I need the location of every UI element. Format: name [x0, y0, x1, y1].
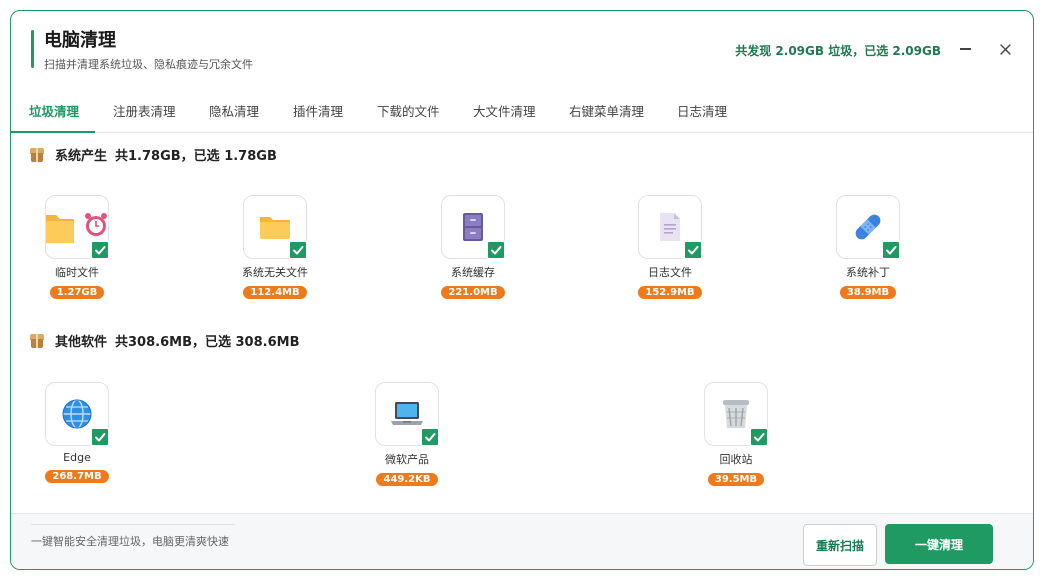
package-icon — [29, 147, 45, 163]
checkmark-icon — [425, 433, 436, 442]
tab-bar: 垃圾清理 注册表清理 隐私清理 插件清理 下载的文件 大文件清理 右键菜单清理 … — [11, 95, 1033, 133]
scan-summary: 共发现 2.09GB 垃圾，已选 2.09GB — [735, 44, 941, 58]
tab-downloaded-files[interactable]: 下载的文件 — [377, 101, 440, 120]
item-label: 系统补丁 — [846, 266, 890, 279]
item-log-files[interactable]: 日志文件 152.9MB — [610, 195, 730, 299]
item-temp-files[interactable]: 临时文件 1.27GB — [17, 195, 137, 299]
item-recycle-bin[interactable]: 回收站 39.5MB — [676, 382, 796, 486]
item-tile[interactable] — [638, 195, 703, 260]
checkmark-icon — [886, 246, 897, 255]
folder-icon — [260, 217, 290, 239]
selected-checkbox[interactable] — [420, 427, 440, 447]
size-badge: 449.2KB — [376, 473, 438, 486]
page-title: 电脑清理 — [44, 30, 116, 51]
selected-checkbox[interactable] — [486, 240, 506, 260]
file-cabinet-icon — [463, 213, 483, 241]
tab-log-clean[interactable]: 日志清理 — [677, 101, 727, 120]
selected-checkbox[interactable] — [749, 427, 769, 447]
package-icon — [29, 333, 45, 349]
size-badge: 112.4MB — [243, 286, 307, 299]
section-total: 共308.6MB，已选 308.6MB — [115, 335, 300, 350]
item-label: 回收站 — [719, 453, 753, 466]
selected-checkbox[interactable] — [90, 427, 110, 447]
checkmark-icon — [754, 433, 765, 442]
item-tile[interactable] — [243, 195, 308, 260]
item-microsoft-products[interactable]: 微软产品 449.2KB — [347, 382, 467, 486]
cleaner-window: 电脑清理 扫描并清理系统垃圾、隐私痕迹与冗余文件 共发现 2.09GB 垃圾，已… — [10, 10, 1034, 570]
item-label: 系统缓存 — [451, 266, 495, 279]
item-system-cache[interactable]: 系统缓存 221.0MB — [413, 195, 533, 299]
checkmark-icon — [293, 246, 304, 255]
minimize-icon — [959, 48, 971, 50]
size-badge: 38.9MB — [839, 286, 897, 299]
item-tile[interactable] — [45, 382, 110, 447]
tab-context-menu-clean[interactable]: 右键菜单清理 — [569, 101, 644, 120]
size-badge: 1.27GB — [49, 286, 105, 299]
item-tile[interactable] — [836, 195, 901, 260]
checkmark-icon — [491, 246, 502, 255]
trash-bin-icon — [723, 400, 749, 428]
size-badge: 39.5MB — [707, 473, 765, 486]
section-header-system: 系统产生 共1.78GB，已选 1.78GB — [29, 145, 277, 164]
scan-results: 系统产生 共1.78GB，已选 1.78GB 临时文件 1.27GB 系统无关文… — [11, 133, 1033, 513]
footer-divider — [31, 524, 235, 525]
section-total: 共1.78GB，已选 1.78GB — [115, 149, 277, 164]
section-title: 其他软件 — [55, 335, 108, 350]
item-irrelevant-files[interactable]: 系统无关文件 112.4MB — [215, 195, 335, 299]
item-label: 微软产品 — [385, 453, 429, 466]
footer: 一键智能安全清理垃圾，电脑更清爽快速 重新扫描 一键清理 — [11, 513, 1033, 569]
size-badge: 268.7MB — [45, 470, 109, 483]
close-icon — [999, 43, 1011, 55]
item-tile[interactable] — [45, 195, 110, 260]
item-label: 系统无关文件 — [242, 266, 308, 279]
item-edge[interactable]: Edge 268.7MB — [17, 382, 137, 483]
page-subtitle: 扫描并清理系统垃圾、隐私痕迹与冗余文件 — [44, 58, 253, 71]
item-system-patches[interactable]: 系统补丁 38.9MB — [808, 195, 928, 299]
close-button[interactable] — [993, 37, 1017, 61]
laptop-icon — [391, 402, 423, 425]
section-title: 系统产生 — [55, 149, 108, 164]
rescan-button[interactable]: 重新扫描 — [803, 524, 877, 566]
footer-hint: 一键智能安全清理垃圾，电脑更清爽快速 — [31, 535, 229, 548]
item-tile[interactable] — [704, 382, 769, 447]
item-tile[interactable] — [375, 382, 440, 447]
item-tile[interactable] — [441, 195, 506, 260]
title-bar: 电脑清理 扫描并清理系统垃圾、隐私痕迹与冗余文件 共发现 2.09GB 垃圾，已… — [11, 11, 1033, 91]
bandage-icon — [855, 214, 881, 240]
one-click-clean-button[interactable]: 一键清理 — [885, 524, 993, 564]
document-icon — [660, 213, 680, 241]
globe-icon — [62, 399, 92, 429]
section-header-other-software: 其他软件 共308.6MB，已选 308.6MB — [29, 331, 299, 350]
tab-registry-clean[interactable]: 注册表清理 — [113, 101, 176, 120]
selected-checkbox[interactable] — [288, 240, 308, 260]
checkmark-icon — [95, 433, 106, 442]
title-accent-bar — [31, 30, 34, 68]
item-label: 临时文件 — [55, 266, 99, 279]
size-badge: 152.9MB — [638, 286, 702, 299]
checkmark-icon — [95, 246, 106, 255]
tab-junk-clean[interactable]: 垃圾清理 — [29, 101, 79, 120]
selected-checkbox[interactable] — [683, 240, 703, 260]
tab-plugin-clean[interactable]: 插件清理 — [293, 101, 343, 120]
size-badge: 221.0MB — [441, 286, 505, 299]
tab-large-file-clean[interactable]: 大文件清理 — [473, 101, 536, 120]
tab-privacy-clean[interactable]: 隐私清理 — [209, 101, 259, 120]
item-label: 日志文件 — [648, 266, 692, 279]
selected-checkbox[interactable] — [90, 240, 110, 260]
item-label: Edge — [63, 451, 91, 464]
selected-checkbox[interactable] — [881, 240, 901, 260]
minimize-button[interactable] — [953, 37, 977, 61]
checkmark-icon — [688, 246, 699, 255]
